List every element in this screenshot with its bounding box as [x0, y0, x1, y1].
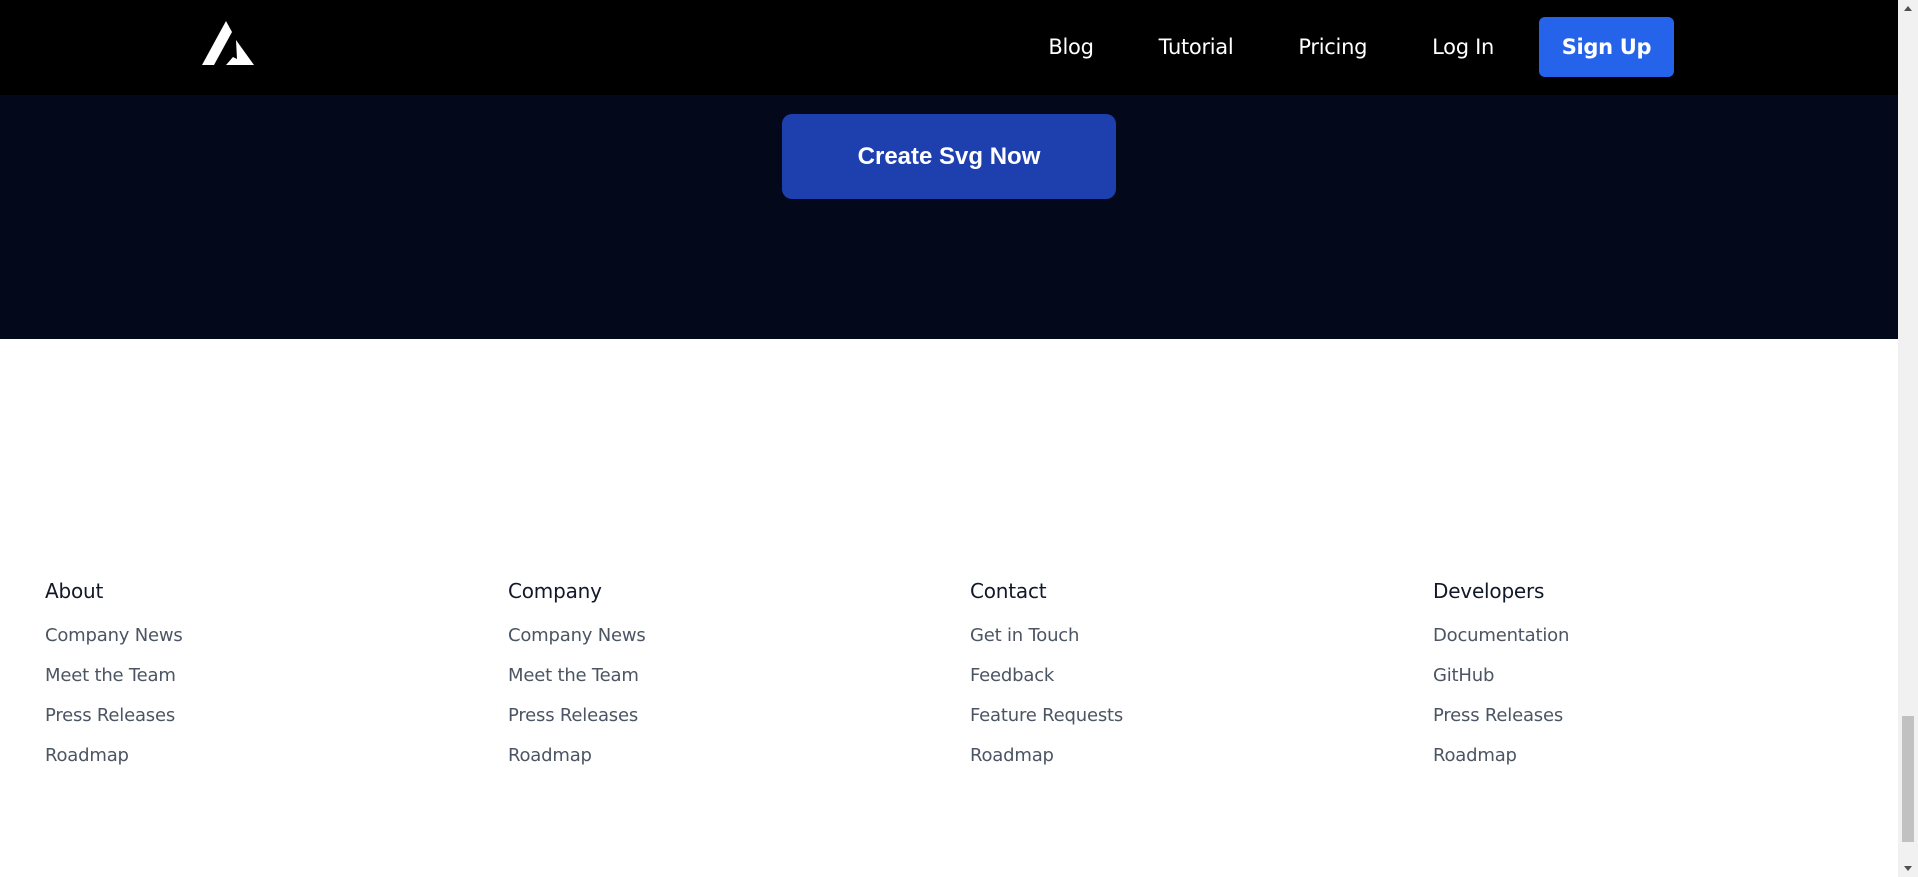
create-svg-now-button[interactable]: Create Svg Now	[782, 114, 1116, 199]
footer-link[interactable]: Roadmap	[1433, 745, 1517, 766]
triangle-logo-icon[interactable]	[202, 21, 254, 65]
nav-link-pricing[interactable]: Pricing	[1298, 35, 1367, 59]
footer: About Company News Meet the Team Press R…	[0, 339, 1898, 877]
footer-link[interactable]: Meet the Team	[45, 665, 176, 686]
footer-link[interactable]: Feature Requests	[970, 705, 1123, 726]
footer-link-list: Documentation GitHub Press Releases Road…	[1433, 625, 1853, 785]
footer-link[interactable]: Roadmap	[508, 745, 592, 766]
footer-link[interactable]: Roadmap	[45, 745, 129, 766]
scroll-up-arrow-icon[interactable]	[1898, 0, 1918, 17]
footer-link[interactable]: Company News	[508, 625, 646, 646]
footer-link[interactable]: Documentation	[1433, 625, 1569, 646]
footer-link[interactable]: GitHub	[1433, 665, 1494, 686]
footer-column-company: Company Company News Meet the Team Press…	[508, 579, 928, 785]
vertical-scrollbar[interactable]	[1898, 0, 1918, 877]
footer-link-list: Company News Meet the Team Press Release…	[508, 625, 928, 785]
footer-link-list: Company News Meet the Team Press Release…	[45, 625, 465, 785]
footer-link-list: Get in Touch Feedback Feature Requests R…	[970, 625, 1390, 785]
footer-column-about: About Company News Meet the Team Press R…	[45, 579, 465, 785]
footer-link[interactable]: Press Releases	[508, 705, 638, 726]
nav-links: Blog Tutorial Pricing Log In Sign Up	[1048, 17, 1674, 77]
scrollbar-thumb[interactable]	[1902, 716, 1914, 842]
footer-column-developers: Developers Documentation GitHub Press Re…	[1433, 579, 1853, 785]
footer-link[interactable]: Company News	[45, 625, 183, 646]
footer-column-contact: Contact Get in Touch Feedback Feature Re…	[970, 579, 1390, 785]
footer-link[interactable]: Press Releases	[1433, 705, 1563, 726]
sign-up-button[interactable]: Sign Up	[1539, 17, 1674, 77]
scroll-down-arrow-icon[interactable]	[1898, 860, 1918, 877]
hero-section: Create Svg Now	[0, 95, 1898, 339]
footer-link[interactable]: Press Releases	[45, 705, 175, 726]
nav-link-blog[interactable]: Blog	[1048, 35, 1094, 59]
nav-link-log-in[interactable]: Log In	[1432, 35, 1494, 59]
page: Blog Tutorial Pricing Log In Sign Up Cre…	[0, 0, 1898, 877]
top-navbar: Blog Tutorial Pricing Log In Sign Up	[0, 0, 1898, 95]
footer-heading: Contact	[970, 579, 1047, 603]
footer-link[interactable]: Meet the Team	[508, 665, 639, 686]
footer-link[interactable]: Feedback	[970, 665, 1054, 686]
footer-link[interactable]: Roadmap	[970, 745, 1054, 766]
footer-link[interactable]: Get in Touch	[970, 625, 1079, 646]
footer-heading: About	[45, 579, 104, 603]
footer-heading: Developers	[1433, 579, 1545, 603]
nav-link-tutorial[interactable]: Tutorial	[1159, 35, 1234, 59]
footer-heading: Company	[508, 579, 602, 603]
